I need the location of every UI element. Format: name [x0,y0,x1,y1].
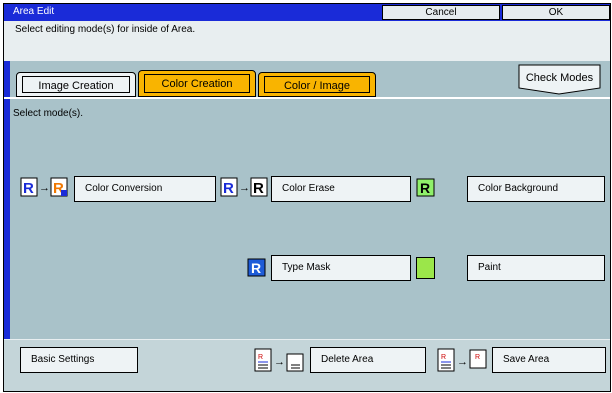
divider [4,97,610,99]
tab-color-creation-label: Color Creation [144,74,250,93]
svg-text:→: → [39,182,50,194]
color-erase-icon: R → R [220,177,268,197]
color-conversion-icon: R → R [20,177,68,197]
color-conversion-button[interactable]: Color Conversion [74,176,216,202]
save-area-button[interactable]: Save Area [492,347,606,373]
svg-text:R: R [253,180,264,197]
tab-color-creation[interactable]: Color Creation [138,70,256,97]
tab-image-creation[interactable]: Image Creation [16,72,136,97]
svg-text:R: R [420,180,430,196]
basic-settings-button[interactable]: Basic Settings [20,347,138,373]
area-edit-window: Area Edit Cancel OK Select editing mode(… [3,3,611,392]
tab-color-image[interactable]: Color / Image [258,72,376,97]
svg-text:→: → [239,182,250,194]
svg-text:R: R [475,354,480,361]
paint-button[interactable]: Paint [467,255,605,281]
tab-color-image-label: Color / Image [264,76,370,93]
svg-text:→: → [274,356,285,368]
svg-text:R: R [441,354,446,361]
instruction-text: Select editing mode(s) for inside of Are… [15,24,196,35]
color-background-button[interactable]: Color Background [467,176,605,202]
delete-area-icon: R → [254,348,304,372]
svg-text:R: R [251,260,261,276]
check-modes-button[interactable]: Check Modes [517,64,602,95]
ok-button[interactable]: OK [502,5,610,20]
color-erase-button[interactable]: Color Erase [271,176,411,202]
select-mode-prompt: Select mode(s). [13,108,84,119]
svg-text:R: R [23,180,34,197]
svg-text:R: R [223,180,234,197]
delete-area-button[interactable]: Delete Area [310,347,426,373]
paint-swatch-icon [416,257,435,279]
check-modes-label: Check Modes [525,72,594,84]
left-accent-bar [4,4,10,391]
window-title: Area Edit [13,6,55,17]
svg-text:R: R [258,354,263,361]
save-area-icon: R → R [437,348,487,372]
instruction-panel: Select editing mode(s) for inside of Are… [4,21,610,61]
svg-text:→: → [457,356,468,368]
cancel-button[interactable]: Cancel [382,5,500,20]
tab-image-creation-label: Image Creation [22,76,130,93]
type-mask-icon: R [247,258,266,277]
color-background-icon: R [416,178,435,197]
title-bar: Area Edit Cancel OK [4,4,610,21]
type-mask-button[interactable]: Type Mask [271,255,411,281]
